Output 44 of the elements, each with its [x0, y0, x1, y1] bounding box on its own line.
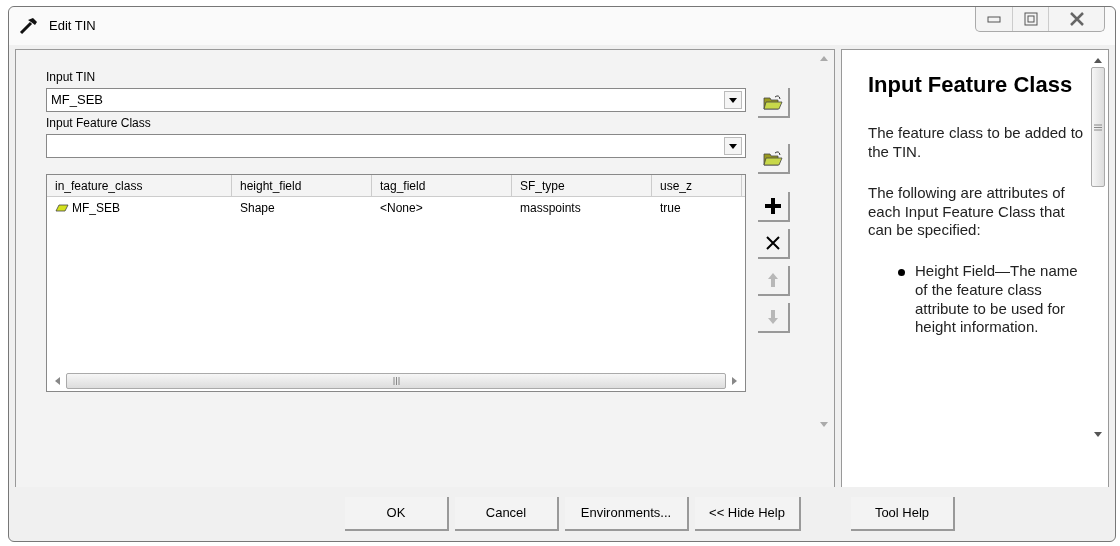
table-cell-text: Shape — [240, 200, 275, 217]
dropdown-field[interactable]: MF_SEB — [46, 88, 746, 112]
plus-icon — [764, 197, 782, 215]
column-header[interactable]: height_field — [232, 175, 372, 196]
help-bullet-text: Height Field—The name of the feature class attribute to be used for height information. — [915, 262, 1079, 338]
help-paragraph: The feature class to be added to the TIN. — [868, 124, 1085, 162]
dialog-button[interactable]: << Hide Help — [695, 497, 801, 531]
scroll-left-icon[interactable] — [55, 377, 60, 385]
close-icon — [765, 235, 781, 251]
bullet-icon — [898, 269, 905, 277]
scroll-down-icon[interactable] — [1094, 432, 1102, 437]
scrollbar-thumb[interactable] — [66, 373, 726, 389]
scroll-up-icon[interactable] — [1094, 58, 1102, 63]
folder-icon — [763, 93, 783, 111]
minimize-icon — [987, 15, 1001, 23]
column-header[interactable]: tag_field — [372, 175, 512, 196]
table-cell-text: <None> — [380, 200, 423, 217]
scroll-right-icon[interactable] — [732, 377, 737, 385]
field-label: Input TIN — [46, 69, 97, 86]
folder-icon — [763, 149, 783, 167]
down-arrow-icon — [767, 309, 779, 325]
dialog-button[interactable]: OK — [345, 497, 449, 531]
help-paragraph: The following are attributes of each Input Feature Class that can be specified: — [868, 183, 1066, 241]
dialog-button[interactable]: Cancel — [455, 497, 559, 531]
up-arrow-icon — [767, 272, 779, 288]
column-header[interactable]: SF_type — [512, 175, 652, 196]
field-label: Input Feature Class — [46, 115, 152, 132]
dropdown-arrow-icon — [729, 143, 737, 149]
table-cell-text: true — [660, 200, 681, 217]
close-icon — [1068, 12, 1085, 26]
dialog-button[interactable]: Environments... — [565, 497, 689, 531]
dropdown-field[interactable] — [46, 134, 746, 158]
help-title: Input Feature Class — [868, 72, 1074, 99]
tool-help-button[interactable]: Tool Help — [851, 497, 955, 531]
table-cell-text: masspoints — [520, 200, 581, 217]
maximize-icon — [1023, 12, 1038, 26]
field-value: MF_SEB — [51, 91, 104, 110]
window-title: Edit TIN — [49, 17, 96, 36]
dropdown-arrow-icon — [729, 97, 737, 103]
polygon-icon — [55, 204, 69, 212]
scrollbar-thumb[interactable] — [1091, 67, 1105, 187]
table-cell-text: MF_SEB — [72, 200, 120, 217]
column-header[interactable]: in_feature_class — [47, 175, 232, 196]
column-header[interactable]: use_z — [652, 175, 742, 196]
